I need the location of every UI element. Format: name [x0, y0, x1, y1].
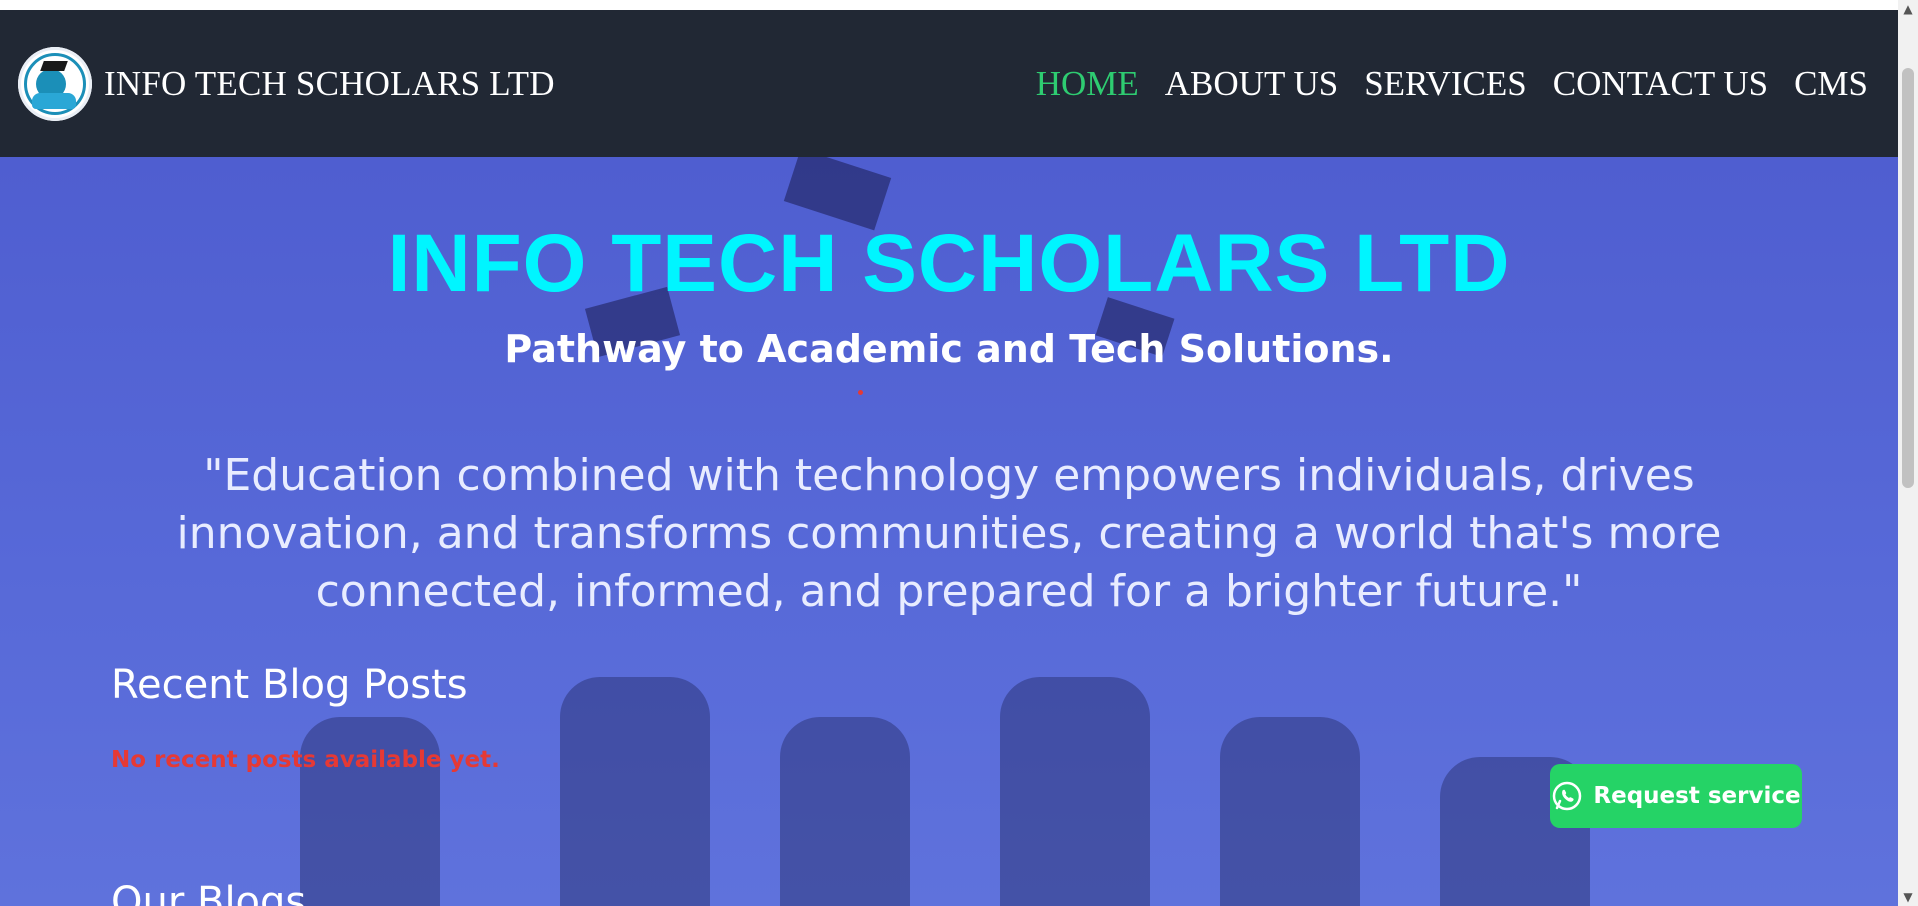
site-header: INFO TECH SCHOLARS LTD HOME ABOUT US SER… [0, 10, 1898, 157]
graduate-silhouette [560, 677, 710, 906]
request-service-button[interactable]: Request service [1550, 764, 1802, 828]
hero-section: INFO TECH SCHOLARS LTD Pathway to Academ… [0, 157, 1898, 906]
decorative-dot [858, 390, 863, 395]
hero-subtitle: Pathway to Academic and Tech Solutions. [504, 327, 1394, 371]
logo[interactable] [18, 46, 92, 121]
nav-about-us[interactable]: ABOUT US [1165, 64, 1338, 104]
logo-hand-icon [32, 92, 76, 109]
graduate-silhouette [300, 717, 440, 906]
nav-contact-us[interactable]: CONTACT US [1553, 64, 1768, 104]
hero-title: INFO TECH SCHOLARS LTD [387, 218, 1511, 309]
main-nav: HOME ABOUT US SERVICES CONTACT US CMS [1036, 64, 1868, 104]
graduate-silhouette [780, 717, 910, 906]
brand-name[interactable]: INFO TECH SCHOLARS LTD [104, 64, 555, 104]
whatsapp-icon [1553, 781, 1582, 811]
our-blogs-heading: Our Blogs [111, 879, 307, 906]
graduate-silhouette [1000, 677, 1150, 906]
top-strip [0, 0, 1898, 10]
hero-quote: "Education combined with technology empo… [176, 450, 1722, 617]
scrollbar[interactable]: ▲ ▼ [1898, 0, 1918, 906]
nav-cms[interactable]: CMS [1794, 64, 1868, 104]
graduate-silhouette [1220, 717, 1360, 906]
nav-services[interactable]: SERVICES [1364, 64, 1527, 104]
request-service-label: Request service [1593, 783, 1801, 809]
scroll-up-arrow-icon[interactable]: ▲ [1898, 0, 1918, 18]
logo-cap-icon [40, 60, 68, 71]
scrollbar-thumb[interactable] [1902, 68, 1914, 488]
nav-home[interactable]: HOME [1036, 64, 1139, 104]
recent-blog-posts-heading: Recent Blog Posts [111, 662, 468, 708]
scroll-down-arrow-icon[interactable]: ▼ [1898, 888, 1918, 906]
brand[interactable]: INFO TECH SCHOLARS LTD [18, 46, 555, 121]
no-posts-message: No recent posts available yet. [111, 747, 500, 773]
